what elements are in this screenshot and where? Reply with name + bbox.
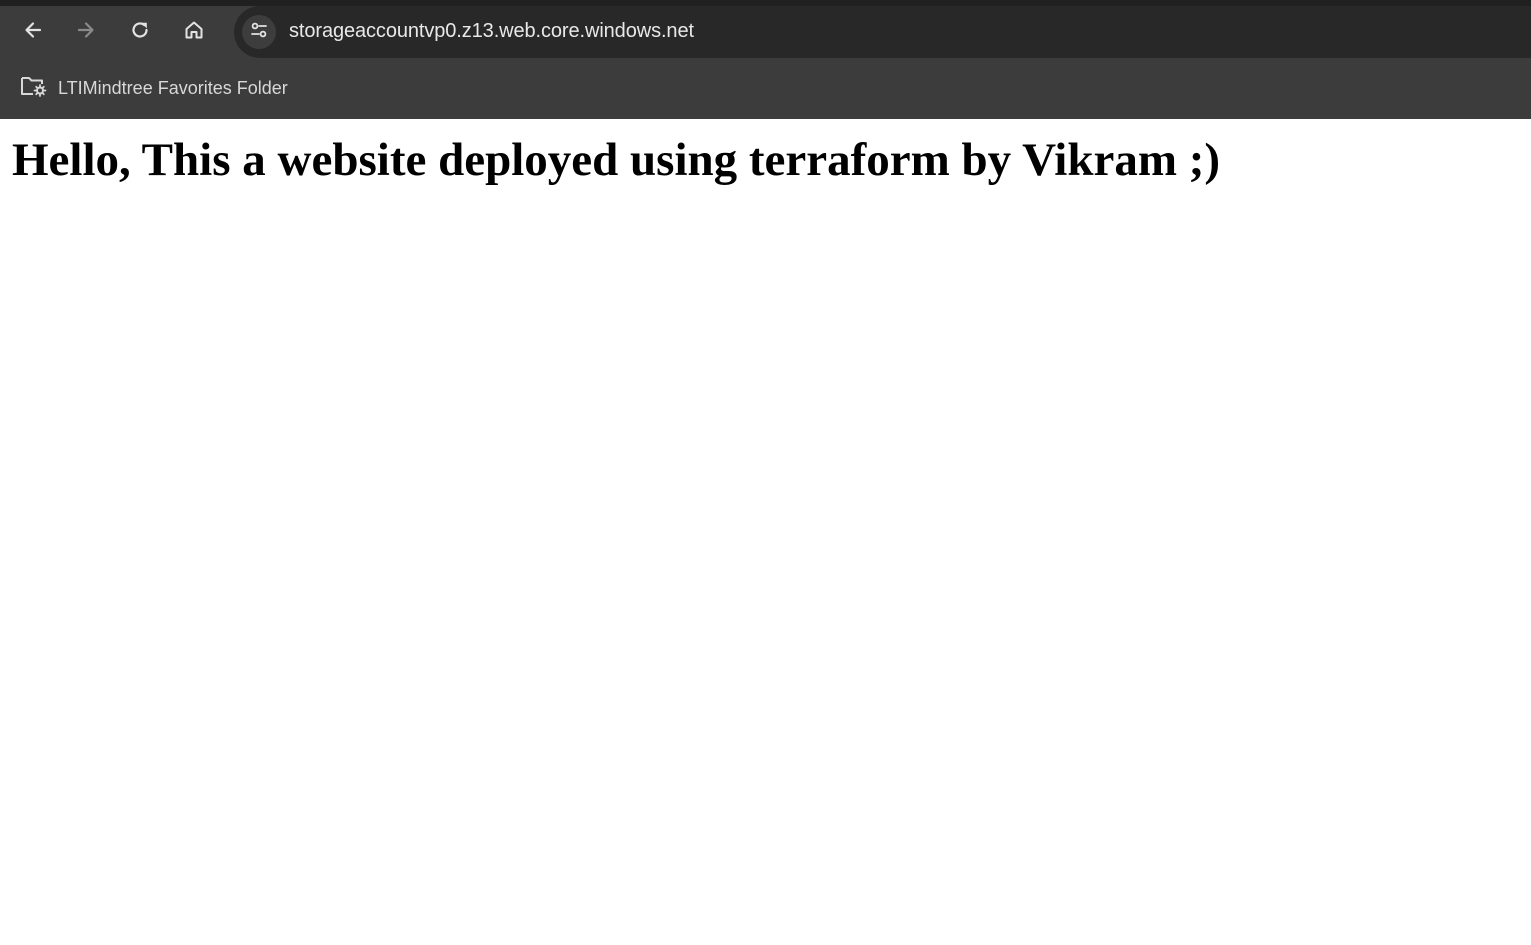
- managed-folder-icon: [20, 74, 48, 103]
- arrow-left-icon: [22, 19, 44, 41]
- home-icon: [183, 19, 205, 41]
- address-bar[interactable]: storageaccountvp0.z13.web.core.windows.n…: [234, 6, 1531, 58]
- page-content: Hello, This a website deployed using ter…: [0, 119, 1531, 945]
- forward-button[interactable]: [68, 12, 104, 48]
- reload-button[interactable]: [122, 12, 158, 48]
- tune-icon: [249, 20, 269, 45]
- browser-toolbar: storageaccountvp0.z13.web.core.windows.n…: [0, 6, 1531, 58]
- bookmark-label: LTIMindtree Favorites Folder: [58, 77, 288, 98]
- bookmarks-bar: LTIMindtree Favorites Folder: [0, 58, 1531, 119]
- url-text[interactable]: storageaccountvp0.z13.web.core.windows.n…: [289, 20, 694, 43]
- browser-chrome: storageaccountvp0.z13.web.core.windows.n…: [0, 0, 1531, 119]
- site-info-button[interactable]: [242, 15, 276, 49]
- page-heading: Hello, This a website deployed using ter…: [12, 134, 1221, 186]
- reload-icon: [129, 19, 151, 41]
- home-button[interactable]: [176, 12, 212, 48]
- arrow-right-icon: [75, 19, 97, 41]
- bookmark-folder-ltimindtree[interactable]: LTIMindtree Favorites Folder: [14, 71, 296, 105]
- back-button[interactable]: [15, 12, 51, 48]
